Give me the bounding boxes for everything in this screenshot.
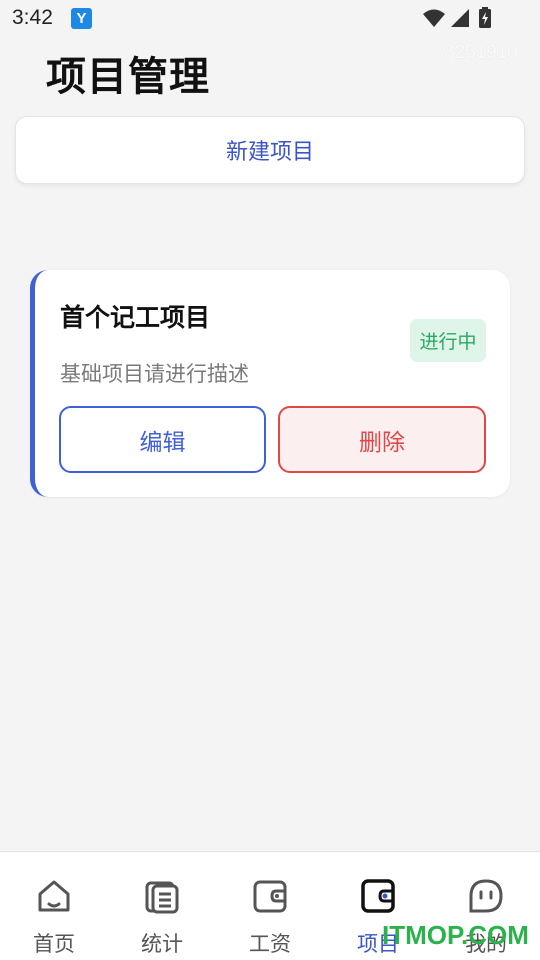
delete-button[interactable]: 删除	[278, 406, 486, 473]
project-name: 首个记工项目	[60, 303, 211, 332]
nav-item-wallet[interactable]: 工资	[216, 852, 324, 960]
nav-label-wallet: 工资	[249, 932, 291, 956]
watermark-logo: ITMOP.COM	[382, 920, 529, 950]
project-icon	[361, 879, 395, 913]
project-card: 首个记工项目 进行中 基础项目请进行描述 编辑 删除	[30, 270, 510, 497]
nav-label-home: 首页	[33, 932, 75, 956]
nav-item-home[interactable]: 首页	[0, 852, 108, 960]
status-time: 3:42	[12, 6, 53, 29]
nav-item-stats[interactable]: 统计	[108, 852, 216, 960]
nav-label-stats: 统计	[141, 932, 183, 956]
new-project-button[interactable]: 新建项目	[15, 116, 525, 184]
wifi-icon	[423, 9, 445, 27]
profile-icon	[469, 879, 503, 913]
status-bar: 3:42 Y	[0, 0, 540, 36]
wallet-icon	[253, 880, 287, 913]
status-badge: 进行中	[410, 319, 486, 362]
signal-icon	[451, 9, 469, 27]
edit-button[interactable]: 编辑	[59, 406, 266, 473]
status-icons	[422, 7, 502, 29]
stats-icon	[145, 881, 179, 914]
page-title: 项目管理	[46, 54, 210, 100]
app-notification-icon: Y	[71, 8, 92, 29]
battery-icon	[479, 7, 491, 28]
home-icon	[38, 880, 70, 912]
project-description: 基础项目请进行描述	[60, 362, 249, 386]
watermark-id: 3251910	[444, 42, 518, 63]
